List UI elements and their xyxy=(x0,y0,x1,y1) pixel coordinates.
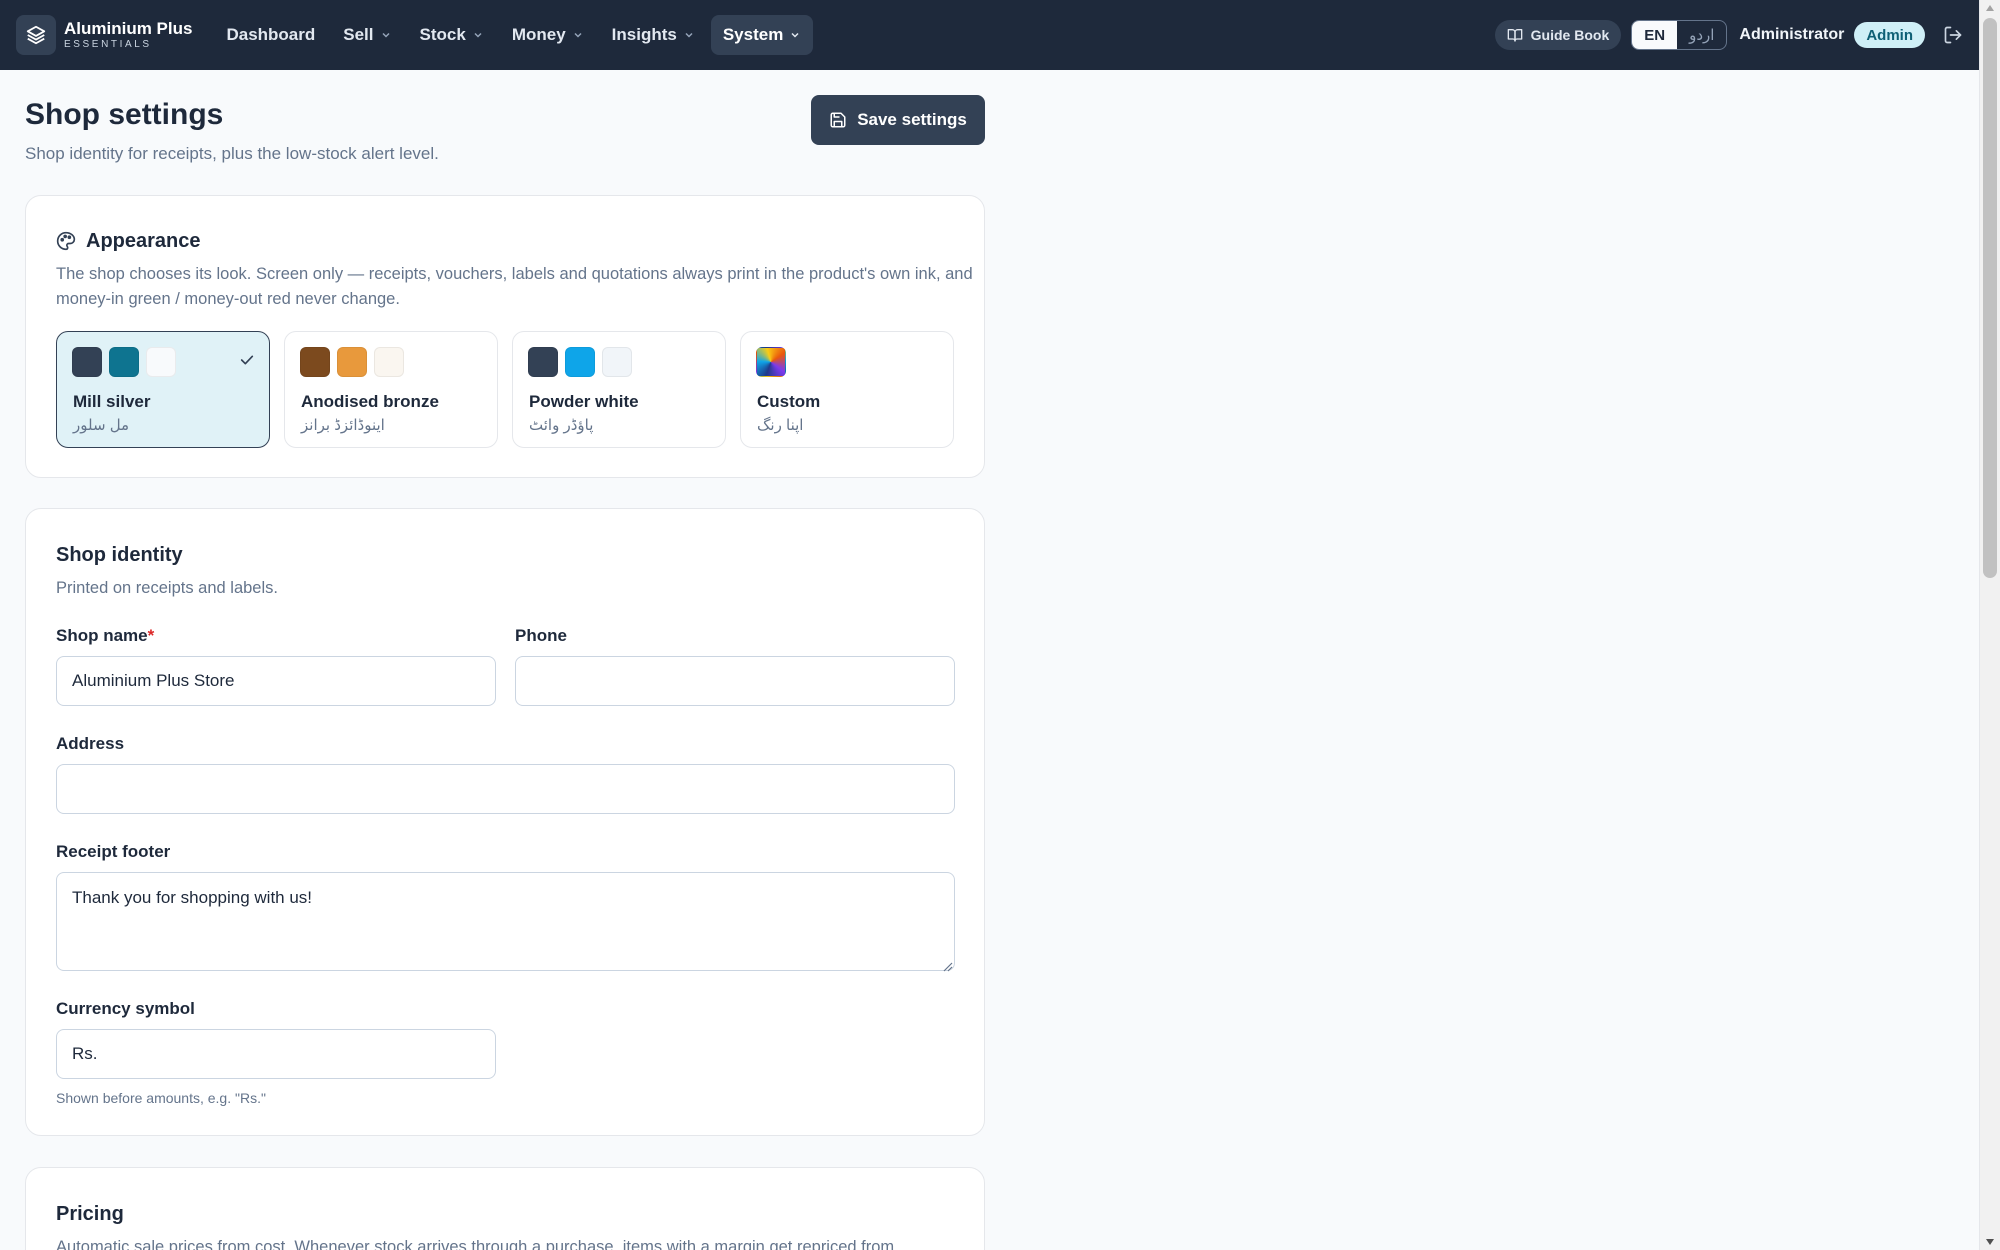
save-icon xyxy=(830,112,846,128)
nav-stock[interactable]: Stock xyxy=(408,15,496,55)
nav-money[interactable]: Money xyxy=(500,15,596,55)
chevron-down-icon xyxy=(789,29,801,41)
theme-name-urdu: مل سلور xyxy=(73,417,130,434)
save-settings-button[interactable]: Save settings xyxy=(811,95,985,145)
brand-name: Aluminium Plus xyxy=(64,19,193,38)
nav-label: Money xyxy=(511,25,566,44)
theme-swatches xyxy=(528,347,639,377)
shop-name-input[interactable] xyxy=(56,656,496,706)
nav-sell[interactable]: Sell xyxy=(331,15,403,55)
theme-swatches xyxy=(300,347,411,377)
required-asterisk: * xyxy=(147,626,155,645)
chevron-down-icon xyxy=(472,29,484,41)
theme-name: Custom xyxy=(757,392,821,411)
theme-name-urdu: اینوڈائزڈ برانز xyxy=(301,417,385,434)
top-navbar: Aluminium Plus ESSENTIALS Dashboard Sell… xyxy=(0,0,1979,70)
nav-system[interactable]: System xyxy=(710,15,814,55)
chevron-down-icon xyxy=(572,29,584,41)
lang-en-option[interactable]: EN xyxy=(1632,21,1678,49)
brand[interactable]: Aluminium Plus ESSENTIALS xyxy=(16,15,192,55)
theme-option-mill-silver[interactable]: Mill silver مل سلور xyxy=(56,331,270,448)
theme-swatches xyxy=(72,347,183,377)
guide-book-button[interactable]: Guide Book xyxy=(1494,20,1622,50)
role-badge: Admin xyxy=(1854,22,1925,48)
nav-label: System xyxy=(722,25,784,44)
pricing-title: Pricing xyxy=(56,1203,124,1225)
scroll-down-arrow-icon[interactable] xyxy=(1985,1238,1995,1246)
page-scrollbar[interactable] xyxy=(1979,0,2000,1250)
book-open-icon xyxy=(1507,29,1523,42)
phone-label: Phone xyxy=(515,626,567,645)
phone-input[interactable] xyxy=(515,656,955,706)
save-settings-label: Save settings xyxy=(857,110,967,129)
shop-identity-description: Printed on receipts and labels. xyxy=(56,579,278,597)
theme-name: Mill silver xyxy=(73,392,151,411)
color-swatch xyxy=(300,347,330,377)
color-swatch xyxy=(565,347,595,377)
color-swatch xyxy=(528,347,558,377)
theme-swatches xyxy=(756,347,793,377)
shop-identity-title: Shop identity xyxy=(56,544,183,566)
guide-book-label: Guide Book xyxy=(1530,27,1610,43)
nav-label: Stock xyxy=(419,25,466,44)
nav-label: Sell xyxy=(343,25,374,44)
layers-icon xyxy=(16,15,56,55)
shop-identity-card: Shop identity Printed on receipts and la… xyxy=(25,508,985,1136)
page-title: Shop settings xyxy=(25,98,224,131)
appearance-description: The shop chooses its look. Screen only —… xyxy=(56,265,973,308)
checkmark-icon xyxy=(239,352,255,373)
appearance-card: Appearance The shop chooses its look. Sc… xyxy=(25,195,985,478)
logout-icon[interactable] xyxy=(1943,25,1963,45)
theme-name: Anodised bronze xyxy=(301,392,439,411)
shop-name-label: Shop name* xyxy=(56,626,154,646)
nav-label: Insights xyxy=(611,25,677,44)
header-actions: Guide Book EN اردو Administrator Admin xyxy=(1494,20,1963,50)
theme-name-urdu: پاؤڈر وائٹ xyxy=(529,417,594,434)
nav-insights[interactable]: Insights xyxy=(600,15,707,55)
appearance-title: Appearance xyxy=(86,230,201,252)
color-swatch xyxy=(337,347,367,377)
nav-label: Dashboard xyxy=(226,25,316,44)
scrollbar-thumb[interactable] xyxy=(1983,18,1997,578)
color-swatch xyxy=(374,347,404,377)
shop-name-label-text: Shop name xyxy=(56,626,148,645)
scroll-up-arrow-icon[interactable] xyxy=(1985,4,1995,12)
user-name: Administrator xyxy=(1739,26,1845,43)
currency-symbol-input[interactable] xyxy=(56,1029,496,1079)
language-toggle: EN اردو xyxy=(1631,20,1728,50)
theme-option-custom[interactable]: Custom اپنا رنگ xyxy=(740,331,954,448)
pricing-description: Automatic sale prices from cost. Wheneve… xyxy=(56,1238,895,1250)
color-swatch xyxy=(72,347,102,377)
receipt-footer-label: Receipt footer xyxy=(56,842,171,861)
color-swatch xyxy=(146,347,176,377)
theme-option-powder-white[interactable]: Powder white پاؤڈر وائٹ xyxy=(512,331,726,448)
currency-hint: Shown before amounts, e.g. "Rs." xyxy=(56,1090,266,1106)
brand-subtitle: ESSENTIALS xyxy=(64,39,152,50)
page-subtitle: Shop identity for receipts, plus the low… xyxy=(25,144,439,163)
pricing-card: Pricing Automatic sale prices from cost.… xyxy=(25,1167,985,1250)
nav-dashboard[interactable]: Dashboard xyxy=(214,15,327,55)
chevron-down-icon xyxy=(683,29,695,41)
address-input[interactable] xyxy=(56,764,955,814)
palette-icon xyxy=(56,231,76,256)
receipt-footer-textarea[interactable] xyxy=(56,872,955,971)
theme-name-urdu: اپنا رنگ xyxy=(757,417,804,434)
theme-option-anodised-bronze[interactable]: Anodised bronze اینوڈائزڈ برانز xyxy=(284,331,498,448)
main-nav: Dashboard Sell Stock Money Insights Syst… xyxy=(214,0,817,70)
color-swatch xyxy=(602,347,632,377)
currency-symbol-label: Currency symbol xyxy=(56,999,195,1018)
theme-name: Powder white xyxy=(529,392,639,411)
address-label: Address xyxy=(56,734,125,753)
resize-grip-icon[interactable] xyxy=(943,959,953,977)
lang-ur-option[interactable]: اردو xyxy=(1677,21,1726,49)
color-swatch xyxy=(109,347,139,377)
chevron-down-icon xyxy=(380,29,392,41)
custom-gradient-swatch xyxy=(756,347,786,377)
